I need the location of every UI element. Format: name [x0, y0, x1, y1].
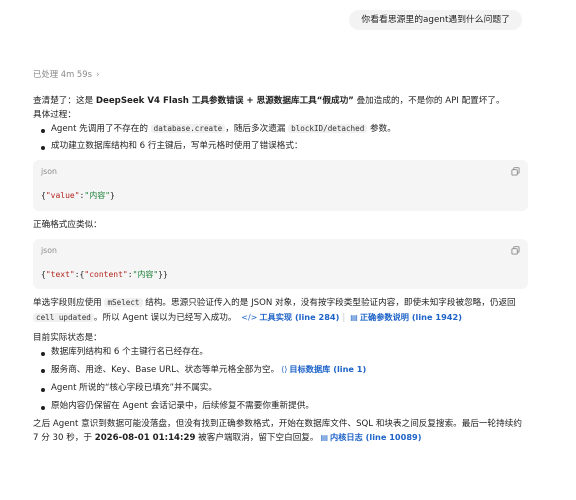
bullet-text: 成功建立数据库结构和 6 行主键后，写单元格时使用了错误格式：	[51, 141, 303, 152]
explain-text: 。所以 Agent 误以为已经写入成功。	[93, 313, 237, 324]
list-item: 数据库列结构和 6 个主键行名已经存在。	[39, 346, 528, 360]
link-target-db[interactable]: 目标数据库 (line 1)	[289, 364, 366, 374]
chevron-right-icon: ›	[95, 70, 100, 80]
inline-code: blockID/detached	[288, 123, 368, 133]
bullet-text: 数据库列结构和 6 个主键行名已经存在。	[51, 346, 209, 357]
link-param-doc[interactable]: 正确参数说明 (line 1942)	[360, 312, 462, 322]
final-text: 被客户端取消，留下空白回复。	[195, 433, 319, 444]
process-heading: 具体过程：	[33, 109, 76, 120]
processed-label: 已处理 4m 59s	[33, 69, 92, 80]
correct-heading: 正确格式应类似：	[33, 219, 102, 230]
list-item: 成功建立数据库结构和 6 行主键后，写单元格时使用了错误格式：	[39, 140, 528, 154]
copy-icon[interactable]	[511, 167, 520, 176]
bullet-text: ，随后多次遗漏	[225, 123, 289, 134]
inline-code: database.create	[150, 123, 226, 133]
code-lang-label: json	[41, 245, 57, 255]
bullet-text: 服务商、用途、Key、Base URL、状态等单元格全部为空。	[51, 365, 280, 376]
summary-text-1: 查清楚了：这是	[33, 96, 96, 106]
list-item: 服务商、用途、Key、Base URL、状态等单元格全部为空。 ⟨⟩ 目标数据库 (…	[39, 363, 528, 378]
summary-paragraph: 查清楚了：这是 DeepSeek V4 Flash 工具参数错误 + 思源数据库…	[33, 95, 528, 109]
code-block: json {"text":{"content":"内容"}}	[33, 238, 528, 290]
code-key: "text"	[45, 269, 75, 279]
inline-code: cell updated	[33, 313, 94, 323]
book-icon: ▤	[350, 313, 358, 323]
code-link-icon: </>	[241, 313, 258, 323]
processed-toggle[interactable]: 已处理 4m 59s ›	[33, 68, 100, 82]
code-key: "content"	[84, 269, 128, 279]
process-list: Agent 先调用了不存在的 database.create ，随后多次遗漏 bl…	[39, 123, 528, 155]
code-string: "内容"	[132, 269, 159, 279]
status-heading: 目前实际状态是：	[33, 332, 102, 343]
bullet-text: Agent 所说的“核心字段已填充”并不属实。	[51, 383, 217, 394]
log-icon: ▤	[320, 433, 329, 443]
explain-text: 单选字段则应使用	[33, 298, 105, 309]
final-paragraph: 之后 Agent 意识到数据可能没落盘，但没有找到正确参数格式，开始在数据库文件…	[33, 418, 528, 447]
list-item: Agent 所说的“核心字段已填充”并不属实。	[39, 382, 528, 396]
bullet-text: 原始内容仍保留在 Agent 会话记录中，后续修复不需要你重新提供。	[51, 400, 314, 411]
code-content: {"value":"内容"}	[41, 191, 115, 200]
code-key: "value"	[45, 191, 80, 200]
code-block: json {"value":"内容"}	[33, 160, 528, 211]
bullet-text: Agent 先调用了不存在的	[51, 123, 151, 134]
link-kernel-log[interactable]: 内核日志 (line 10089)	[330, 432, 421, 442]
copy-icon[interactable]	[511, 245, 520, 255]
explain-text: 结构。思源只验证传入的是 JSON 对象，没有按字段类型验证内容，即使未知字段被…	[142, 298, 516, 309]
final-timestamp: 2026-08-01 01:14:29	[94, 433, 196, 444]
list-item: 原始内容仍保留在 Agent 会话记录中，后续修复不需要你重新提供。	[39, 400, 528, 414]
user-message-text: 你看看思源里的agent遇到什么问题了	[361, 15, 510, 25]
summary-bold: DeepSeek V4 Flash 工具参数错误 + 思源数据库工具“假成功”	[95, 96, 354, 106]
bullet-text: 参数。	[367, 123, 396, 134]
user-message-bubble: 你看看思源里的agent遇到什么问题了	[349, 10, 522, 31]
database-icon: ⟨⟩	[281, 365, 288, 375]
code-string: "内容"	[84, 191, 111, 200]
link-tool-impl[interactable]: 工具实现 (line 284)	[259, 312, 339, 322]
assistant-response: 查清楚了：这是 DeepSeek V4 Flash 工具参数错误 + 思源数据库…	[33, 95, 528, 446]
divider: |	[342, 313, 346, 324]
list-item: Agent 先调用了不存在的 database.create ，随后多次遗漏 bl…	[39, 123, 528, 137]
code-content: {"text":{"content":"内容"}}	[41, 269, 168, 279]
explain-paragraph: 单选字段则应使用 mSelect 结构。思源只验证传入的是 JSON 对象，没有…	[33, 297, 528, 326]
code-lang-label: json	[41, 167, 57, 176]
inline-code: mSelect	[104, 298, 143, 308]
summary-text-2: 叠加造成的，不是你的 API 配置坏了。	[353, 96, 505, 106]
status-list: 数据库列结构和 6 个主键行名已经存在。 服务商、用途、Key、Base URL…	[39, 346, 528, 414]
